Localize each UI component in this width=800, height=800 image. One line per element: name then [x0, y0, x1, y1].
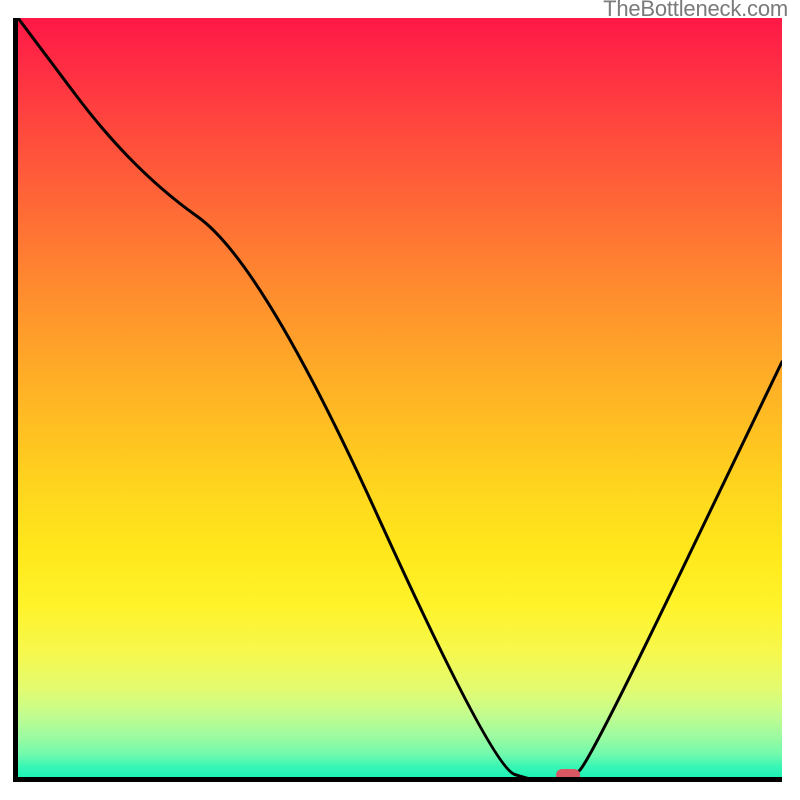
y-axis: [13, 18, 18, 782]
chart-container: TheBottleneck.com: [0, 0, 800, 800]
chart-svg: [18, 18, 782, 782]
x-axis: [18, 777, 782, 782]
plot-area: [18, 18, 782, 782]
bottleneck-curve: [18, 18, 782, 782]
